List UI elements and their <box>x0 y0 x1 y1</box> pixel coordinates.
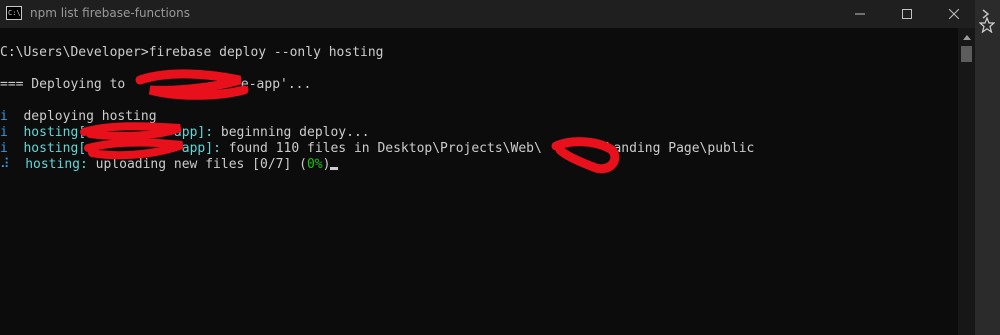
log-line-2: i hosting[ -app]: beginning deploy... <box>0 125 370 141</box>
log-text: deploying hosting <box>23 109 157 124</box>
console-output[interactable]: C:\Users\Developer>firebase deploy --onl… <box>0 28 958 335</box>
minimize-button[interactable] <box>837 0 883 28</box>
log-text: uploading new files [0/7] ( <box>87 157 307 172</box>
star-icon <box>979 17 995 33</box>
close-icon <box>949 9 959 19</box>
hosting-label: hosting[ <box>23 125 87 140</box>
log-line-1: i deploying hosting <box>0 109 157 125</box>
hosting-label-end: -app]: <box>166 125 214 140</box>
log-line-4: ⠼ hosting: uploading new files [0/7] (0%… <box>0 157 339 173</box>
deploying-suffix: e-app'... <box>240 77 312 92</box>
deploying-line: === Deploying to ' e-app'... <box>0 77 311 93</box>
text-cursor <box>330 167 339 170</box>
maximize-icon <box>902 9 912 19</box>
maximize-button[interactable] <box>884 0 930 28</box>
prompt-line: C:\Users\Developer>firebase deploy --onl… <box>0 45 384 60</box>
console-app-icon: C:\ <box>6 6 22 20</box>
scroll-thumb[interactable] <box>961 46 972 62</box>
scroll-up-arrow[interactable] <box>958 30 975 44</box>
log-text-end: Landing Page\public <box>597 141 755 156</box>
hosting-label: hosting[ <box>23 141 87 156</box>
hosting-label-end: e-app]: <box>166 141 221 156</box>
vertical-scrollbar[interactable] <box>958 28 975 335</box>
favorite-button[interactable] <box>976 14 998 36</box>
log-line-3: i hosting[ e-app]: found 110 files in Des… <box>0 141 754 157</box>
log-text: found 110 files in Desktop\Projects\Web\ <box>220 141 542 156</box>
info-icon: i <box>0 125 8 140</box>
close-button[interactable] <box>931 0 977 28</box>
upload-percent: 0% <box>306 157 323 172</box>
info-icon: i <box>0 141 8 156</box>
info-icon: i <box>0 109 8 124</box>
log-text-close: ) <box>322 157 331 172</box>
minimize-icon <box>855 13 865 15</box>
hosting-label: hosting: <box>25 157 88 172</box>
deploying-prefix: === Deploying to ' <box>0 77 141 92</box>
spinner-icon: ⠼ <box>0 157 10 172</box>
side-panel <box>975 0 1000 335</box>
arrow-up-icon <box>962 35 971 40</box>
log-text: beginning deploy... <box>213 125 370 140</box>
window-title: npm list firebase-functions <box>30 6 190 20</box>
title-bar: C:\ npm list firebase-functions <box>0 0 1000 28</box>
